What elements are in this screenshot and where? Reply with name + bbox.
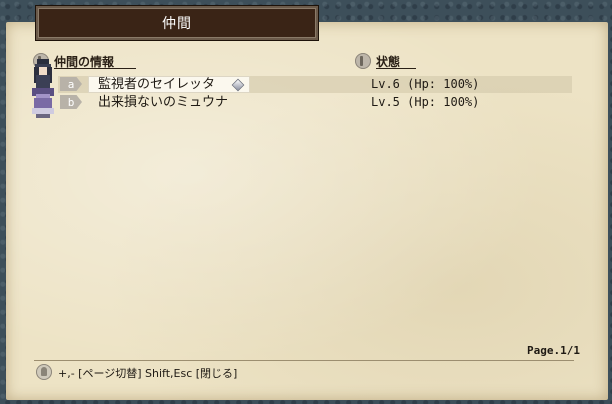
footer-divider	[34, 360, 574, 361]
member-name: 監視者のセイレッタ	[98, 77, 216, 92]
party-info-underline	[54, 68, 136, 69]
window-title: 仲間	[162, 16, 192, 32]
page-indicator: Page.1/1	[527, 344, 580, 357]
help-text: +,- [ページ切替] Shift,Esc [閉じる]	[58, 367, 238, 380]
member-key-badge: a	[60, 77, 82, 91]
character-sprite	[32, 59, 54, 118]
party-member-row[interactable]: b 出来損ないのミュウナ Lv.5 (Hp: 100%)	[58, 94, 572, 111]
member-name: 出来損ないのミュウナ	[98, 95, 229, 110]
member-status: Lv.5 (Hp: 100%)	[371, 95, 480, 109]
lightbulb-icon	[36, 364, 52, 380]
info-icon	[355, 53, 371, 69]
member-key-badge: b	[60, 95, 82, 109]
window-title-plate: 仲間	[36, 6, 318, 40]
party-member-row[interactable]: a 監視者のセイレッタ Lv.6 (Hp: 100%)	[58, 76, 572, 93]
member-status: Lv.6 (Hp: 100%)	[371, 77, 480, 91]
status-underline	[376, 68, 416, 69]
